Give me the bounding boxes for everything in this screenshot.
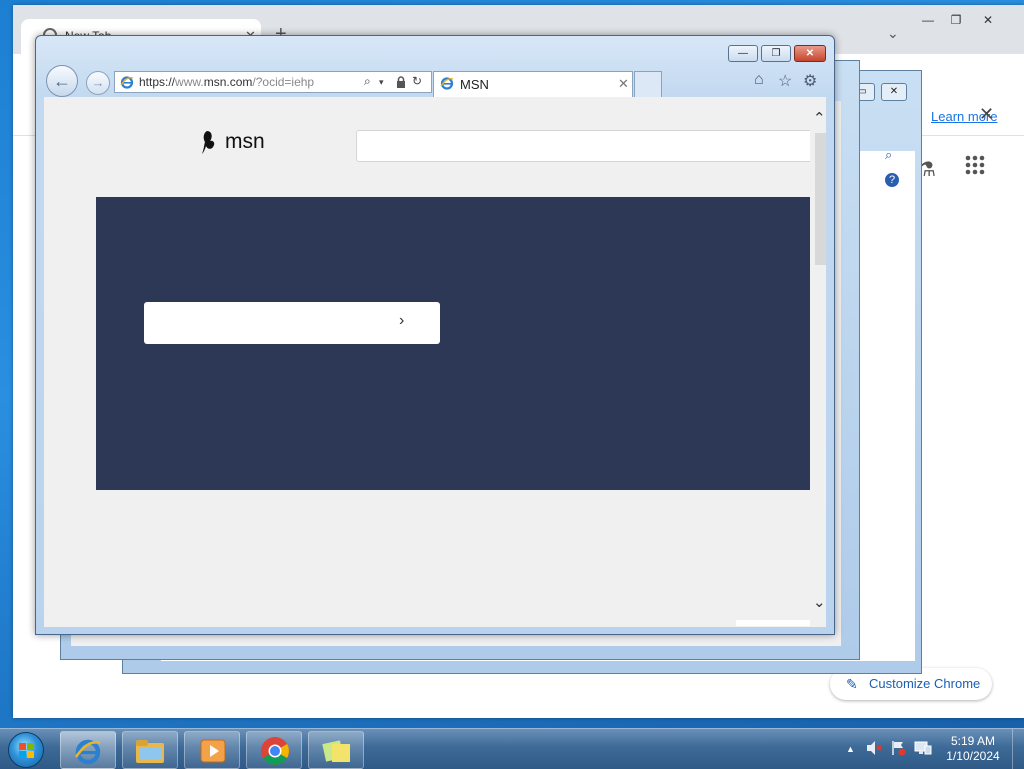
- media-player-icon: [200, 739, 226, 763]
- scrollbar-thumb[interactable]: [815, 133, 826, 265]
- ie-window[interactable]: — ❐ ✕ ← → https://www.msn.com/?ocid=iehp…: [35, 35, 835, 635]
- help-icon[interactable]: ?: [885, 173, 899, 187]
- home-icon[interactable]: ⌂: [754, 71, 764, 89]
- windows-logo-icon: [19, 743, 34, 758]
- msn-search-input[interactable]: [356, 130, 816, 162]
- chrome-icon: [261, 737, 289, 765]
- address-url[interactable]: https://www.msn.com/?ocid=iehp: [139, 75, 314, 89]
- url-prefix: https://: [139, 75, 176, 89]
- taskbar-windows-media-player[interactable]: [184, 731, 240, 769]
- taskbar-sticky-notes[interactable]: [308, 731, 364, 769]
- page-viewport[interactable]: msn › ⌃ ⌄: [44, 97, 826, 627]
- ie-favicon-icon: [120, 76, 134, 89]
- sticky-notes-icon: [322, 740, 350, 762]
- forward-button[interactable]: →: [86, 71, 110, 95]
- tools-gear-icon[interactable]: ⚙: [803, 71, 817, 91]
- address-bar[interactable]: https://www.msn.com/?ocid=iehp ⌕ ▾ ↻: [114, 71, 432, 93]
- google-apps-icon[interactable]: [965, 155, 985, 175]
- msn-logo-text: msn: [225, 130, 265, 153]
- ie-maximize-button[interactable]: ❐: [761, 45, 791, 62]
- msn-butterfly-icon: [202, 131, 215, 154]
- system-clock[interactable]: 5:19 AM 1/10/2024: [938, 734, 1008, 764]
- refresh-icon[interactable]: ↻: [412, 74, 422, 88]
- ie-close-button[interactable]: ✕: [794, 45, 826, 62]
- status-bar-fragment: [736, 620, 810, 626]
- ie-new-tab-button[interactable]: [634, 71, 662, 97]
- scroll-up-arrow-icon[interactable]: ⌃: [813, 109, 826, 127]
- infobar-close-icon[interactable]: ✕: [979, 104, 994, 125]
- taskbar-internet-explorer[interactable]: [60, 731, 116, 769]
- vertical-scrollbar[interactable]: ⌃ ⌄: [810, 97, 826, 627]
- taskbar-windows-explorer[interactable]: [122, 731, 178, 769]
- taskbar-google-chrome[interactable]: [246, 731, 302, 769]
- clock-date: 1/10/2024: [946, 749, 1000, 763]
- ie-tab-msn[interactable]: MSN ✕: [433, 71, 633, 97]
- url-subdomain: www.: [175, 75, 204, 89]
- ie-background-search-icon[interactable]: ⌕: [885, 147, 892, 163]
- chevron-right-icon[interactable]: ›: [399, 312, 404, 330]
- ie-minimize-button[interactable]: —: [728, 45, 758, 62]
- url-host: msn.com: [203, 75, 253, 89]
- ie-tab-close-icon[interactable]: ✕: [618, 76, 629, 92]
- tray-expand-icon[interactable]: ▲: [846, 744, 855, 754]
- address-search-icon[interactable]: ⌕: [364, 74, 371, 89]
- ie-background-close-button[interactable]: ✕: [881, 83, 907, 101]
- chrome-close-button[interactable]: ✕: [973, 10, 1003, 30]
- forward-arrow-icon: →: [91, 75, 105, 90]
- favorites-star-icon[interactable]: ☆: [778, 71, 792, 91]
- clock-time: 5:19 AM: [950, 734, 996, 748]
- start-button[interactable]: [8, 732, 44, 768]
- lock-icon[interactable]: [396, 76, 406, 88]
- network-icon[interactable]: [914, 740, 932, 756]
- back-arrow-icon: ←: [53, 71, 71, 91]
- address-dropdown-icon[interactable]: ▾: [379, 77, 384, 88]
- folder-icon: [136, 740, 164, 763]
- ie-tab-favicon-icon: [440, 77, 454, 90]
- chrome-maximize-button[interactable]: ❐: [941, 10, 971, 30]
- internet-explorer-icon: [74, 739, 101, 765]
- url-path: /?ocid=iehp: [252, 75, 315, 89]
- ie-tab-title: MSN: [460, 77, 489, 92]
- taskbar: ▲ 5:19 AM 1/10/2024: [0, 728, 1024, 769]
- chrome-minimize-button[interactable]: —: [913, 10, 943, 30]
- chrome-tab-search-icon[interactable]: ⌄: [887, 25, 899, 42]
- msn-hero-input[interactable]: ›: [144, 302, 440, 344]
- msn-hero-banner: ›: [96, 197, 810, 490]
- scroll-down-arrow-icon[interactable]: ⌄: [813, 593, 826, 611]
- back-button[interactable]: ←: [46, 65, 78, 97]
- speaker-muted-icon[interactable]: [866, 740, 882, 756]
- action-center-flag-icon[interactable]: [890, 740, 906, 756]
- show-desktop-button[interactable]: [1012, 729, 1024, 769]
